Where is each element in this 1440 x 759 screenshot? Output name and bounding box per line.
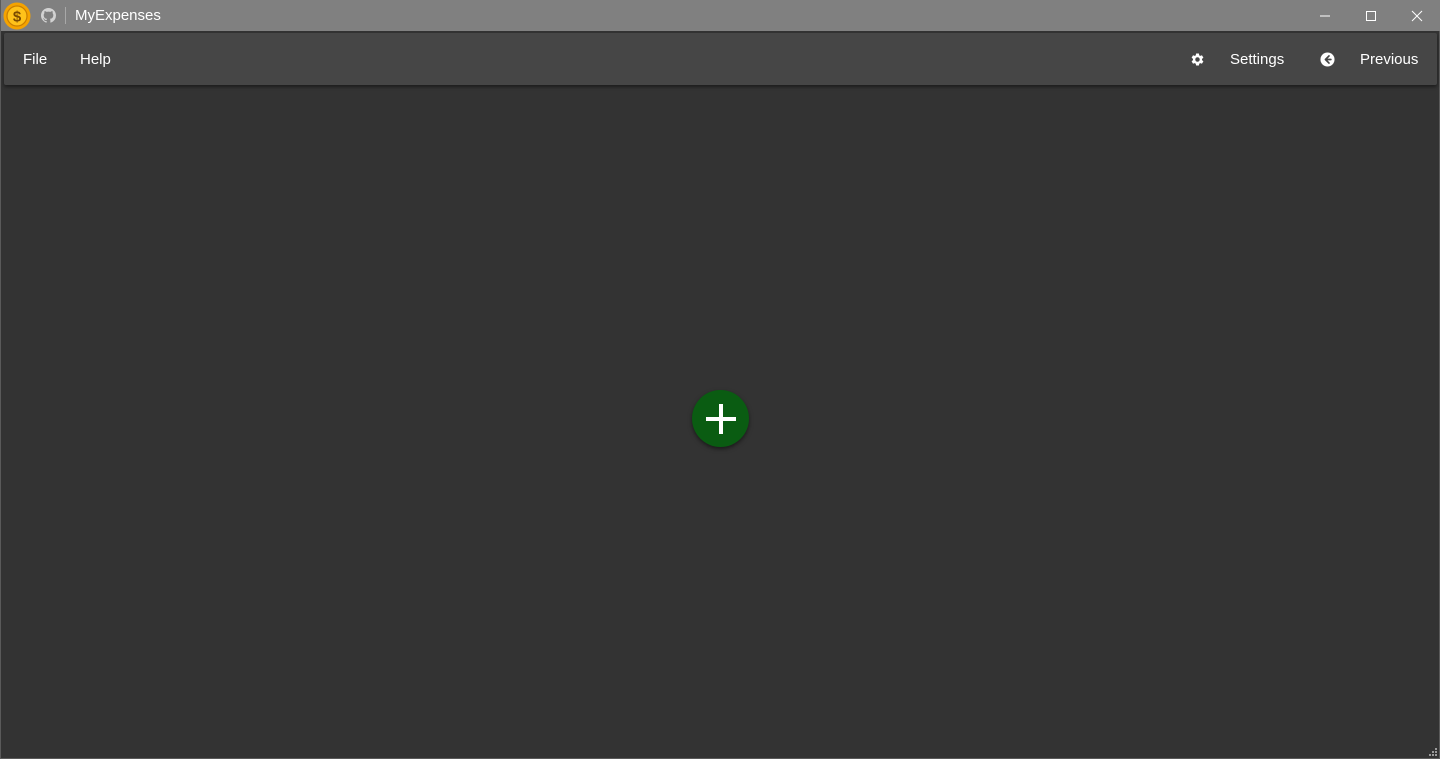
plus-icon: [705, 403, 736, 434]
menu-bar: File Help Settings Previous: [4, 33, 1437, 85]
title-divider: [65, 7, 66, 24]
app-title: MyExpenses: [75, 7, 161, 24]
menu-file[interactable]: File: [23, 33, 47, 85]
app-window: $ MyExpenses File Help Settings Previous: [0, 0, 1440, 759]
close-button[interactable]: [1394, 0, 1440, 31]
arrow-left-circle-icon[interactable]: [1320, 52, 1335, 67]
close-icon: [1411, 10, 1423, 21]
menu-help[interactable]: Help: [80, 33, 111, 85]
add-button[interactable]: [692, 390, 749, 447]
dollar-coin-icon: $: [3, 2, 31, 30]
settings-button[interactable]: Settings: [1230, 33, 1284, 85]
title-bar[interactable]: $ MyExpenses: [1, 0, 1440, 31]
maximize-icon: [1366, 10, 1376, 21]
previous-button[interactable]: Previous: [1360, 33, 1418, 85]
minimize-icon: [1320, 15, 1330, 16]
gear-icon[interactable]: [1190, 52, 1205, 67]
minimize-button[interactable]: [1302, 0, 1348, 31]
svg-text:$: $: [13, 9, 22, 26]
maximize-button[interactable]: [1348, 0, 1394, 31]
resize-grip-icon[interactable]: [1426, 745, 1438, 757]
github-icon[interactable]: [41, 8, 56, 23]
